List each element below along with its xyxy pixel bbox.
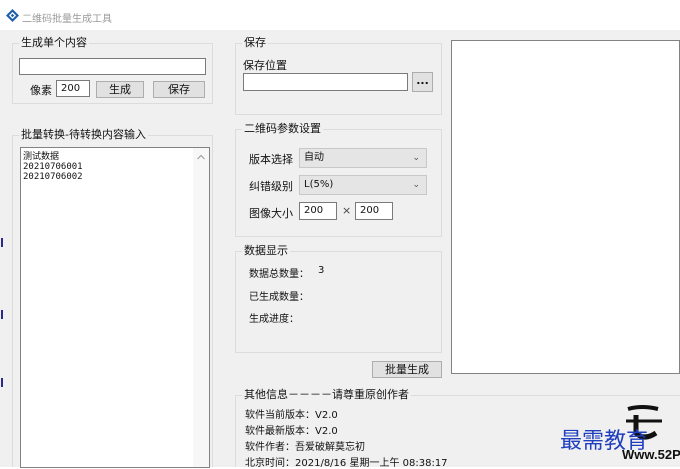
ecc-select[interactable]: L(5%) ⌄: [299, 175, 427, 195]
width-input[interactable]: 200: [299, 202, 337, 220]
single-content-input[interactable]: [19, 58, 206, 75]
title-bar: 二维码批量生成工具: [0, 0, 680, 30]
watermark-url: Www.52P: [622, 447, 680, 462]
browse-button[interactable]: ...: [412, 72, 433, 92]
edge-marker: [1, 310, 3, 319]
chevron-down-icon: ⌄: [412, 180, 420, 190]
app-diamond-icon: [6, 9, 19, 22]
pixel-size-input[interactable]: 200: [56, 80, 90, 97]
version-select[interactable]: 自动 ⌄: [299, 148, 427, 168]
save-path-input[interactable]: [243, 73, 408, 91]
window-title: 二维码批量生成工具: [22, 14, 112, 25]
save-legend: 保存: [242, 36, 268, 50]
data-display-group: 数据显示 数据总数量： 3 已生成数量： 生成进度：: [235, 244, 442, 353]
single-generate-legend: 生成单个内容: [19, 36, 89, 50]
edge-marker: [1, 378, 3, 387]
batch-line: 测试数据: [23, 152, 60, 162]
version-label: 版本选择: [249, 153, 293, 166]
chevron-down-icon: ⌄: [412, 153, 420, 163]
other-info-legend: 其他信息－－－－请尊重原创作者: [242, 388, 411, 402]
pixel-label: 像素: [30, 84, 52, 97]
batch-input-group: 批量转换-待转换内容输入 测试数据 20210706001 2021070600…: [12, 128, 213, 468]
total-count-value: 3: [318, 265, 325, 276]
times-symbol: ×: [342, 204, 352, 217]
watermark: 最需教育 Www.52P: [560, 395, 680, 467]
ecc-select-value: L(5%): [304, 179, 334, 190]
progress-label: 生成进度：: [249, 314, 299, 325]
batch-content-textarea[interactable]: 测试数据 20210706001 20210706002: [20, 147, 210, 468]
latest-version-text: 软件最新版本：V2.0: [245, 426, 338, 437]
qr-params-group: 二维码参数设置 版本选择 自动 ⌄ 纠错级别 L(5%) ⌄ 图像大小 200 …: [235, 122, 442, 237]
total-count-label: 数据总数量：: [249, 269, 309, 280]
batch-input-legend: 批量转换-待转换内容输入: [19, 128, 148, 142]
version-select-value: 自动: [304, 152, 324, 163]
batch-line: 20210706001: [23, 162, 83, 172]
generate-button[interactable]: 生成: [96, 81, 144, 98]
author-text: 软件作者：吾爱破解莫忘初: [245, 442, 365, 453]
edge-marker: [1, 238, 3, 247]
height-input[interactable]: 200: [355, 202, 393, 220]
data-display-legend: 数据显示: [242, 244, 290, 258]
ecc-label: 纠错级别: [249, 180, 293, 193]
generated-count-label: 已生成数量：: [249, 292, 309, 303]
qr-params-legend: 二维码参数设置: [242, 122, 323, 136]
save-single-button[interactable]: 保存: [153, 81, 205, 98]
current-version-text: 软件当前版本：V2.0: [245, 410, 338, 421]
single-generate-group: 生成单个内容 像素 200 生成 保存: [12, 36, 213, 104]
save-group: 保存 保存位置 ...: [235, 36, 442, 115]
batch-line: 20210706002: [23, 172, 83, 182]
scroll-up-icon[interactable]: [197, 154, 205, 160]
save-location-label: 保存位置: [243, 59, 287, 72]
qr-preview-area: [451, 40, 680, 374]
size-label: 图像大小: [249, 207, 293, 220]
textarea-scrollbar[interactable]: [193, 148, 209, 467]
batch-generate-button[interactable]: 批量生成: [372, 361, 442, 378]
